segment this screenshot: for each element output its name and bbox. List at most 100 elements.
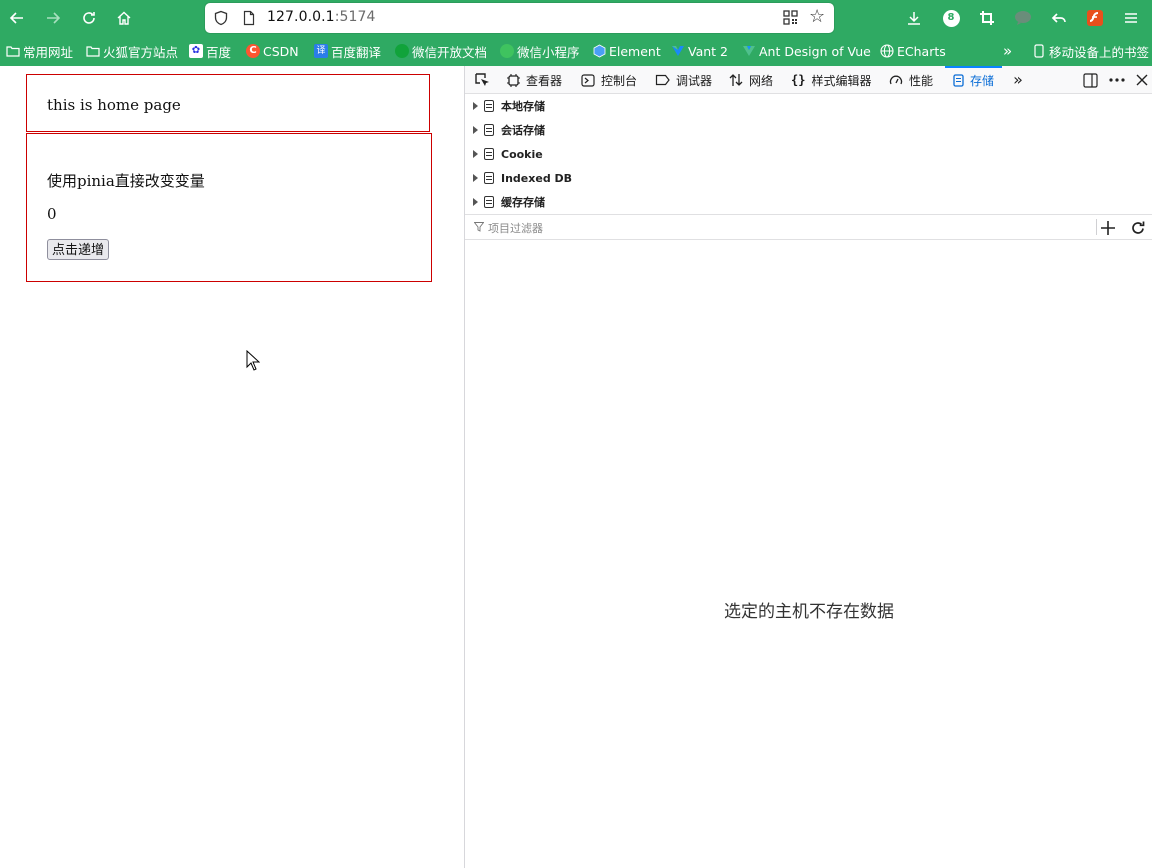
tab-style-editor[interactable]: {} 样式编辑器	[791, 66, 871, 94]
page-icon[interactable]	[241, 10, 257, 26]
storage-db-icon	[484, 172, 494, 184]
devtools-options-button[interactable]	[1108, 71, 1126, 89]
bookmark-miniprogram[interactable]: 微信小程序	[500, 42, 580, 60]
home-page-text: this is home page	[47, 96, 181, 114]
bookmark-csdn[interactable]: C CSDN	[246, 42, 299, 60]
storage-tree-session[interactable]: 会话存储	[465, 118, 1152, 142]
globe-icon	[880, 44, 894, 58]
bookmark-mobile[interactable]: 移动设备上的书签	[1032, 42, 1149, 60]
tab-inspector[interactable]: 查看器	[507, 66, 562, 94]
plus-icon	[1101, 221, 1115, 235]
folder-icon	[6, 44, 20, 58]
console-icon	[581, 73, 595, 87]
storage-db-icon	[484, 124, 494, 136]
home-button[interactable]	[112, 6, 136, 30]
mobile-device-icon	[1032, 44, 1046, 58]
bookmark-star-icon[interactable]: ☆	[809, 8, 825, 26]
qr-code-icon[interactable]	[783, 10, 798, 25]
pinia-demo-box: 使用pinia直接改变变量 0 点击递增	[26, 133, 432, 282]
increment-button[interactable]: 点击递增	[47, 239, 110, 260]
filter-input[interactable]: 项目过滤器	[488, 220, 543, 236]
refresh-items-button[interactable]	[1130, 217, 1146, 240]
inspector-icon	[507, 73, 520, 87]
dock-toggle-button[interactable]	[1081, 71, 1099, 89]
extension-badge-button[interactable]: 8	[939, 6, 963, 30]
translate-icon: 译	[314, 44, 328, 58]
bookmark-antd-vue[interactable]: Ant Design of Vue	[742, 42, 871, 60]
more-tabs-button[interactable]: »	[1009, 71, 1027, 89]
expand-arrow-icon[interactable]	[473, 102, 478, 110]
home-icon	[117, 11, 131, 25]
storage-tree-local[interactable]: 本地存储	[465, 94, 1152, 118]
chevron-double-right-icon: »	[1013, 70, 1023, 89]
pick-element-icon	[475, 73, 489, 86]
storage-db-icon	[484, 148, 494, 160]
storage-tree-cache[interactable]: 缓存存储	[465, 190, 1152, 214]
home-page-box: this is home page	[26, 74, 430, 132]
counter-value: 0	[47, 205, 57, 223]
downloads-button[interactable]	[902, 6, 926, 30]
storage-filter-bar: 项目过滤器	[465, 214, 1152, 240]
close-icon	[1136, 74, 1148, 86]
expand-arrow-icon[interactable]	[473, 174, 478, 182]
empty-storage-message: 选定的主机不存在数据	[724, 602, 894, 622]
bookmark-echarts[interactable]: ECharts	[880, 42, 946, 60]
download-icon	[908, 12, 920, 25]
folder-icon	[86, 44, 100, 58]
storage-db-icon	[484, 100, 494, 112]
tab-performance[interactable]: 性能	[889, 66, 933, 94]
url-text[interactable]: 127.0.0.1:5174	[267, 9, 376, 25]
forward-button[interactable]	[41, 6, 65, 30]
bookmark-baidu-translate[interactable]: 译 百度翻译	[314, 42, 381, 60]
tab-console[interactable]: 控制台	[581, 66, 637, 94]
flash-extension-button[interactable]	[1083, 6, 1107, 30]
devtools-close-button[interactable]	[1133, 71, 1151, 89]
back-button[interactable]	[5, 6, 29, 30]
tab-storage[interactable]: 存储	[944, 66, 1003, 94]
shield-icon[interactable]	[213, 10, 229, 26]
vant-icon	[671, 44, 685, 58]
csdn-icon: C	[246, 44, 260, 58]
element-icon	[592, 44, 606, 58]
browser-window: 127.0.0.1:5174 ☆ 8 常用网址 火狐官方站点 ✿ 百度 C CS…	[0, 0, 1152, 868]
chat-extension-button[interactable]	[1011, 6, 1035, 30]
bookmark-wechat-docs[interactable]: 微信开放文档	[395, 42, 487, 60]
baidu-icon: ✿	[189, 44, 203, 58]
filter-funnel-icon	[474, 222, 484, 232]
bookmarks-overflow-button[interactable]: »	[1003, 42, 1012, 60]
bookmark-baidu[interactable]: ✿ 百度	[189, 42, 231, 60]
chevron-double-right-icon: »	[1003, 42, 1013, 60]
element-picker-button[interactable]	[473, 71, 491, 89]
debugger-icon	[655, 74, 670, 86]
app-menu-button[interactable]	[1119, 6, 1143, 30]
arrow-left-icon	[9, 12, 23, 24]
devtools-panel: 查看器 控制台 调试器 网络 {} 样式编辑器 性能 存储 » 本地存储 会话存…	[464, 66, 1152, 868]
refresh-icon	[1132, 221, 1145, 234]
bookmark-vant[interactable]: Vant 2	[671, 42, 728, 60]
bookmarks-toolbar: 常用网址 火狐官方站点 ✿ 百度 C CSDN 译 百度翻译 微信开放文档 微信…	[0, 37, 1152, 66]
arrow-right-icon	[47, 12, 61, 24]
tab-network[interactable]: 网络	[729, 66, 773, 94]
storage-icon	[953, 73, 964, 87]
reload-button[interactable]	[77, 6, 101, 30]
add-item-button[interactable]	[1100, 216, 1116, 239]
bookmark-element[interactable]: Element	[592, 42, 661, 60]
crop-button[interactable]	[975, 6, 999, 30]
expand-arrow-icon[interactable]	[473, 150, 478, 158]
undo-button[interactable]	[1047, 6, 1071, 30]
braces-icon: {}	[791, 73, 806, 87]
bookmark-folder-common[interactable]: 常用网址	[6, 42, 73, 60]
storage-tree-cookie[interactable]: Cookie	[465, 142, 1152, 166]
page-viewport: this is home page 使用pinia直接改变变量 0 点击递增	[0, 66, 464, 868]
expand-arrow-icon[interactable]	[473, 126, 478, 134]
expand-arrow-icon[interactable]	[473, 198, 478, 206]
tab-debugger[interactable]: 调试器	[655, 66, 712, 94]
miniprogram-icon	[500, 44, 514, 58]
crop-icon	[980, 11, 994, 25]
wechat-icon	[395, 44, 409, 58]
url-bar[interactable]: 127.0.0.1:5174 ☆	[205, 3, 834, 33]
browser-toolbar: 127.0.0.1:5174 ☆ 8	[0, 0, 1152, 37]
bookmark-folder-firefox[interactable]: 火狐官方站点	[86, 42, 178, 60]
toolbar-separator	[1096, 219, 1097, 235]
storage-tree-indexeddb[interactable]: Indexed DB	[465, 166, 1152, 190]
